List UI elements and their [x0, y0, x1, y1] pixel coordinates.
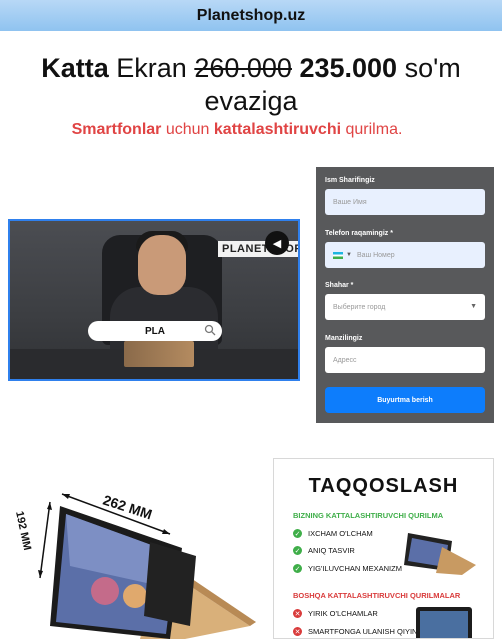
good-item: ✓ ANIQ TASVIR	[293, 546, 355, 555]
currency: so'm	[404, 53, 461, 83]
old-price: 260.000	[194, 53, 292, 83]
bad-item: ✕ YIRIK O'LCHAMLAR	[293, 609, 378, 618]
hero-subheadline: Smartfonlar uchun kattalashtiruvchi quri…	[0, 121, 474, 139]
hero-word-katta: Katta	[41, 53, 109, 83]
address-placeholder: Адресс	[333, 356, 357, 364]
video-person-head	[138, 235, 186, 295]
mute-toggle-icon[interactable]: ◀	[265, 231, 289, 255]
city-label: Shahar *	[325, 282, 354, 289]
good-item-text: IXCHAM O'LCHAM	[308, 529, 373, 538]
comparison-card: TAQQOSLASH BIZNING KATTALASHTIRUVCHI QUR…	[273, 458, 494, 639]
good-item: ✓ YIG'ILUVCHAN MEXANIZM	[293, 564, 402, 573]
video-search-overlay: PLA	[88, 321, 222, 341]
hero-tail: evaziga	[204, 86, 298, 116]
sub-bold-kattalashtiruvchi: kattalashtiruvchi	[213, 121, 342, 138]
other-device-image	[416, 607, 472, 638]
top-header-bar: Planetshop.uz	[0, 0, 502, 31]
good-section-title: BIZNING KATTALASHTIRUVCHI QURILMA	[293, 511, 444, 520]
name-label: Ism Sharifingiz	[325, 177, 375, 184]
site-brand[interactable]: Planetshop.uz	[197, 7, 305, 25]
chevron-down-icon[interactable]: ▼	[346, 252, 352, 258]
bad-section-title: BOSHQA KATTALASHTIRUVCHI QURILMALAR	[293, 591, 461, 600]
cross-icon: ✕	[293, 609, 302, 618]
good-item-text: ANIQ TASVIR	[308, 546, 355, 555]
our-device-image	[404, 533, 476, 575]
product-illustration: 262 MM 192 MM	[13, 492, 256, 639]
search-icon	[204, 324, 216, 336]
sub-qurilma: qurilma.	[345, 121, 403, 138]
phone-field[interactable]: ▼ Ваш Номер	[325, 242, 485, 268]
sub-bold-smartfonlar: Smartfonlar	[71, 121, 162, 138]
name-placeholder: Ваше Имя	[333, 198, 367, 206]
video-magnifier-device	[124, 341, 194, 367]
height-dimension-label: 192 MM	[13, 510, 33, 551]
comparison-title: TAQQOSLASH	[308, 475, 459, 497]
phone-label: Telefon raqamingiz *	[325, 230, 393, 237]
uzbekistan-flag-icon[interactable]	[333, 251, 343, 259]
hero-word-ekran: Ekran	[116, 53, 187, 83]
sub-uchun: uchun	[165, 121, 210, 138]
hero-headline: Katta Ekran 260.000 235.000 so'm evaziga	[0, 52, 502, 118]
address-group: Manzilingiz Адресс	[325, 335, 485, 373]
cross-icon: ✕	[293, 627, 302, 636]
name-field[interactable]: Ваше Имя	[325, 189, 485, 215]
order-submit-button[interactable]: Buyurtma berish	[325, 387, 485, 413]
bad-item-text: YIRIK O'LCHAMLAR	[308, 609, 378, 618]
city-select[interactable]: Выберите город ▼	[325, 294, 485, 320]
city-group: Shahar * Выберите город ▼	[325, 282, 485, 320]
new-price: 235.000	[299, 53, 398, 83]
promo-video[interactable]: PLANETSHOP.UZ ◀ PLA	[8, 219, 300, 381]
name-group: Ism Sharifingiz Ваше Имя	[325, 177, 485, 215]
good-item-text: YIG'ILUVCHAN MEXANIZM	[308, 564, 402, 573]
check-icon: ✓	[293, 529, 302, 538]
city-placeholder: Выберите город	[333, 303, 386, 311]
order-form: Ism Sharifingiz Ваше Имя Telefon raqamin…	[316, 167, 494, 423]
check-icon: ✓	[293, 546, 302, 555]
phone-placeholder: Ваш Номер	[356, 251, 395, 259]
check-icon: ✓	[293, 564, 302, 573]
video-search-text: PLA	[145, 325, 165, 337]
good-item: ✓ IXCHAM O'LCHAM	[293, 529, 373, 538]
phone-group: Telefon raqamingiz * ▼ Ваш Номер	[325, 230, 485, 268]
address-field[interactable]: Адресс	[325, 347, 485, 373]
select-arrow-icon: ▼	[470, 303, 477, 310]
address-label: Manzilingiz	[325, 335, 363, 342]
